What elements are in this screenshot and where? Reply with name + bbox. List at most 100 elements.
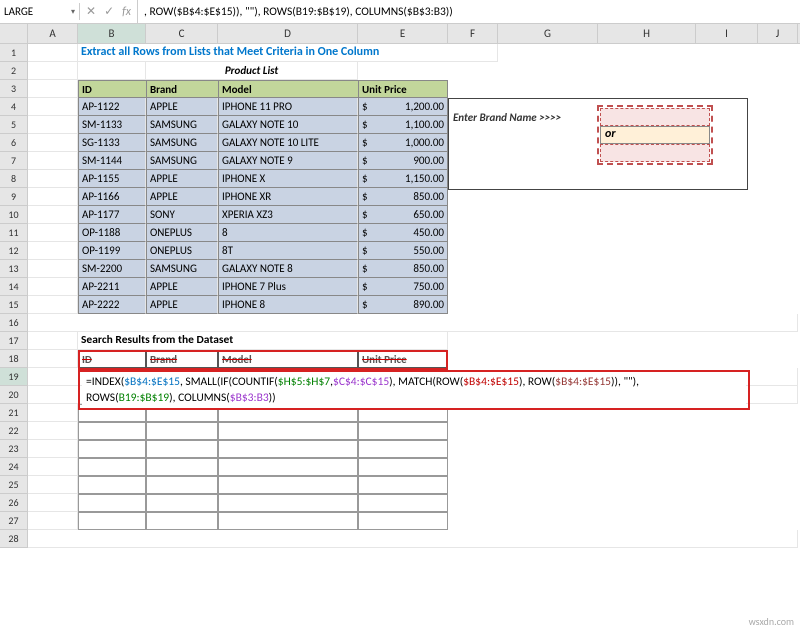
row-header[interactable]: 19 [0, 368, 28, 386]
cell-model[interactable]: GALAXY NOTE 10 LITE [218, 134, 358, 152]
cell-id[interactable]: SM-2200 [78, 260, 146, 278]
row-header[interactable]: 27 [0, 512, 28, 530]
row-header[interactable]: 28 [0, 530, 28, 548]
result-cell[interactable] [78, 458, 146, 476]
col-header-F[interactable]: F [448, 24, 498, 43]
cell-price[interactable]: $1,200.00 [358, 98, 448, 116]
row-header[interactable]: 4 [0, 98, 28, 116]
col-header-E[interactable]: E [358, 24, 448, 43]
result-cell[interactable] [78, 512, 146, 530]
fx-icon[interactable]: fx [122, 5, 131, 19]
cell-brand[interactable]: APPLE [146, 188, 218, 206]
result-cell[interactable] [146, 458, 218, 476]
cell-brand[interactable]: APPLE [146, 98, 218, 116]
result-cell[interactable] [218, 458, 358, 476]
formula-input[interactable]: , ROW($B$4:$E$15)), ""), ROWS(B19:$B$19)… [138, 3, 800, 21]
enter-icon[interactable]: ✓ [104, 4, 114, 19]
search-header-price[interactable]: Unit Price [358, 350, 448, 368]
cell-model[interactable]: IPHONE 11 PRO [218, 98, 358, 116]
row-header[interactable]: 25 [0, 476, 28, 494]
row-header[interactable]: 7 [0, 152, 28, 170]
cell-model[interactable]: GALAXY NOTE 10 [218, 116, 358, 134]
row-header[interactable]: 14 [0, 278, 28, 296]
cell-price[interactable]: $1,100.00 [358, 116, 448, 134]
row-header[interactable]: 21 [0, 404, 28, 422]
row-header[interactable]: 22 [0, 422, 28, 440]
cell-brand[interactable]: APPLE [146, 296, 218, 314]
col-header-D[interactable]: D [218, 24, 358, 43]
cell-price[interactable]: $890.00 [358, 296, 448, 314]
search-header-brand[interactable]: Brand [146, 350, 218, 368]
col-header-B[interactable]: B [78, 24, 146, 43]
cell-id[interactable]: SM-1144 [78, 152, 146, 170]
row-header[interactable]: 8 [0, 170, 28, 188]
row-header[interactable]: 3 [0, 80, 28, 98]
row-header[interactable]: 16 [0, 314, 28, 332]
cell-id[interactable]: OP-1188 [78, 224, 146, 242]
cancel-icon[interactable]: ✕ [86, 4, 96, 19]
row-header[interactable]: 18 [0, 350, 28, 368]
result-cell[interactable] [218, 440, 358, 458]
cell-brand[interactable]: SAMSUNG [146, 152, 218, 170]
header-price[interactable]: Unit Price [358, 80, 448, 98]
cell-price[interactable]: $1,150.00 [358, 170, 448, 188]
cell-brand[interactable]: ONEPLUS [146, 242, 218, 260]
cell-price[interactable]: $450.00 [358, 224, 448, 242]
cell-brand[interactable]: ONEPLUS [146, 224, 218, 242]
cell-model[interactable]: IPHONE X [218, 170, 358, 188]
chevron-down-icon[interactable]: ▾ [71, 7, 75, 17]
name-box[interactable]: LARGE ▾ [0, 3, 80, 20]
col-header-H[interactable]: H [598, 24, 696, 43]
row-header[interactable]: 5 [0, 116, 28, 134]
result-cell[interactable] [146, 440, 218, 458]
result-cell[interactable] [78, 476, 146, 494]
cell-price[interactable]: $550.00 [358, 242, 448, 260]
result-cell[interactable] [78, 494, 146, 512]
cell-model[interactable]: IPHONE 8 [218, 296, 358, 314]
cell-id[interactable]: AP-1122 [78, 98, 146, 116]
brand-input-2[interactable] [600, 144, 710, 162]
cell-id[interactable]: AP-1166 [78, 188, 146, 206]
row-header[interactable]: 1 [0, 44, 28, 62]
cell-id[interactable]: AP-2211 [78, 278, 146, 296]
result-cell[interactable] [218, 512, 358, 530]
result-cell[interactable] [358, 422, 448, 440]
header-id[interactable]: ID [78, 80, 146, 98]
result-cell[interactable] [218, 476, 358, 494]
cell-id[interactable]: AP-1155 [78, 170, 146, 188]
result-cell[interactable] [358, 440, 448, 458]
cell-id[interactable]: SG-1133 [78, 134, 146, 152]
cell-brand[interactable]: SAMSUNG [146, 260, 218, 278]
select-all-corner[interactable] [0, 24, 28, 43]
row-header[interactable]: 11 [0, 224, 28, 242]
cell-price[interactable]: $850.00 [358, 260, 448, 278]
cell-formula-editor[interactable]: =INDEX($B$4:$E$15, SMALL(IF(COUNTIF($H$5… [82, 372, 746, 408]
result-cell[interactable] [146, 422, 218, 440]
cell-brand[interactable]: SAMSUNG [146, 134, 218, 152]
row-header[interactable]: 15 [0, 296, 28, 314]
result-cell[interactable] [218, 494, 358, 512]
cell-brand[interactable]: SAMSUNG [146, 116, 218, 134]
search-header-model[interactable]: Model [218, 350, 358, 368]
cell-price[interactable]: $650.00 [358, 206, 448, 224]
result-cell[interactable] [78, 440, 146, 458]
col-header-A[interactable]: A [28, 24, 78, 43]
cell-brand[interactable]: APPLE [146, 278, 218, 296]
header-brand[interactable]: Brand [146, 80, 218, 98]
result-cell[interactable] [146, 512, 218, 530]
col-header-J[interactable]: J [758, 24, 798, 43]
row-header[interactable]: 26 [0, 494, 28, 512]
row-header[interactable]: 24 [0, 458, 28, 476]
cell-price[interactable]: $850.00 [358, 188, 448, 206]
result-cell[interactable] [146, 494, 218, 512]
cell-model[interactable]: IPHONE XR [218, 188, 358, 206]
row-header[interactable]: 23 [0, 440, 28, 458]
search-header-id[interactable]: ID [78, 350, 146, 368]
header-model[interactable]: Model [218, 80, 358, 98]
result-cell[interactable] [218, 422, 358, 440]
cell-id[interactable]: SM-1133 [78, 116, 146, 134]
cell-brand[interactable]: APPLE [146, 170, 218, 188]
row-header[interactable]: 20 [0, 386, 28, 404]
col-header-G[interactable]: G [498, 24, 598, 43]
result-cell[interactable] [78, 422, 146, 440]
